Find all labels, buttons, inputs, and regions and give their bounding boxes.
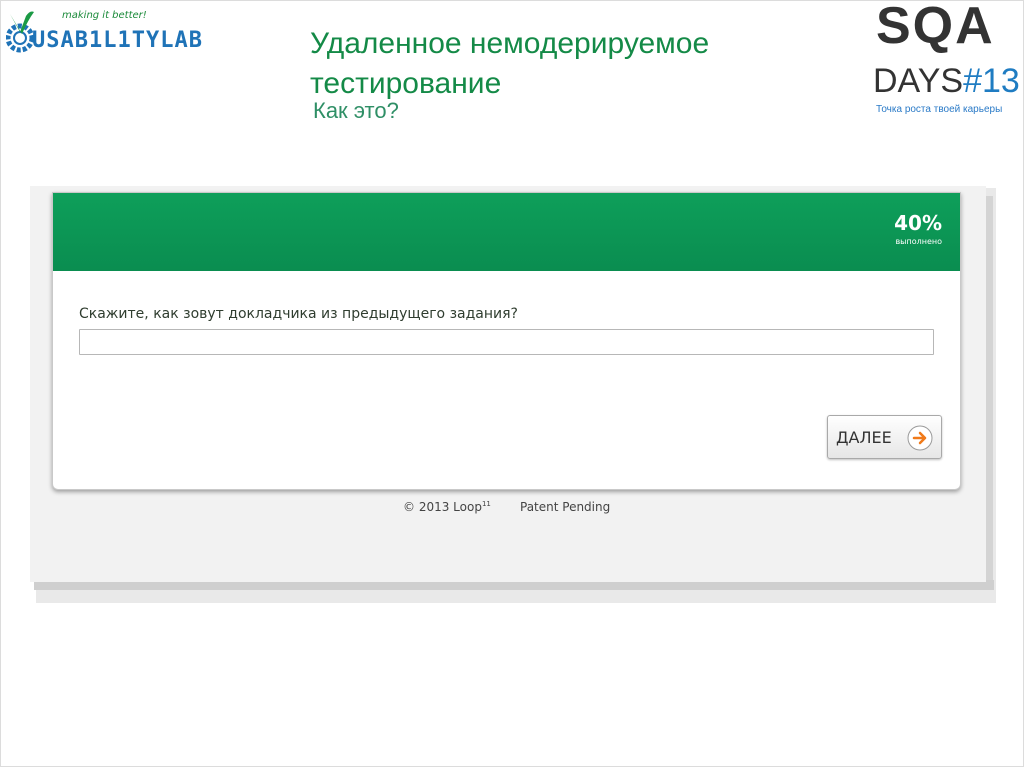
survey-header: 40% выполнено bbox=[53, 193, 960, 271]
copyright-sup: 11 bbox=[481, 500, 491, 508]
progress-label: выполнено bbox=[895, 237, 942, 246]
progress-percent: 40% bbox=[894, 211, 942, 235]
days-number: #13 bbox=[963, 62, 1020, 100]
days-wordmark: DAYS#13 bbox=[873, 62, 1020, 101]
question-text: Скажите, как зовут докладчика из предыду… bbox=[79, 306, 518, 322]
answer-input[interactable] bbox=[79, 329, 934, 355]
survey-card: 40% выполнено Скажите, как зовут докладч… bbox=[52, 192, 961, 490]
copyright-text: © 2013 Loop bbox=[403, 500, 482, 514]
slide-subtitle: Как это? bbox=[313, 98, 399, 123]
sqa-caption: Точка роста твоей карьеры bbox=[876, 104, 1003, 115]
sqa-days-logo: SQA DAYS#13 Точка роста твоей карьеры bbox=[870, 0, 1024, 120]
sqa-wordmark: SQA bbox=[876, 0, 995, 55]
footer-patent: Patent Pending bbox=[520, 500, 611, 514]
logo-wordmark: USAB1L1TYLAB bbox=[32, 28, 203, 53]
days-text: DAYS bbox=[873, 62, 964, 100]
logo-tagline: making it better! bbox=[62, 10, 147, 21]
next-button-label: ДАЛЕЕ bbox=[836, 428, 892, 447]
footer-copyright: © 2013 Loop11 bbox=[403, 500, 491, 514]
next-button[interactable]: ДАЛЕЕ bbox=[827, 415, 942, 459]
usabilitylab-logo: making it better! USAB1L1TYLAB bbox=[6, 4, 276, 60]
arrow-right-icon bbox=[907, 425, 933, 451]
embed-shadow-right bbox=[985, 196, 993, 588]
slide-title: Удаленное немодерируемое тестирование bbox=[310, 27, 710, 100]
